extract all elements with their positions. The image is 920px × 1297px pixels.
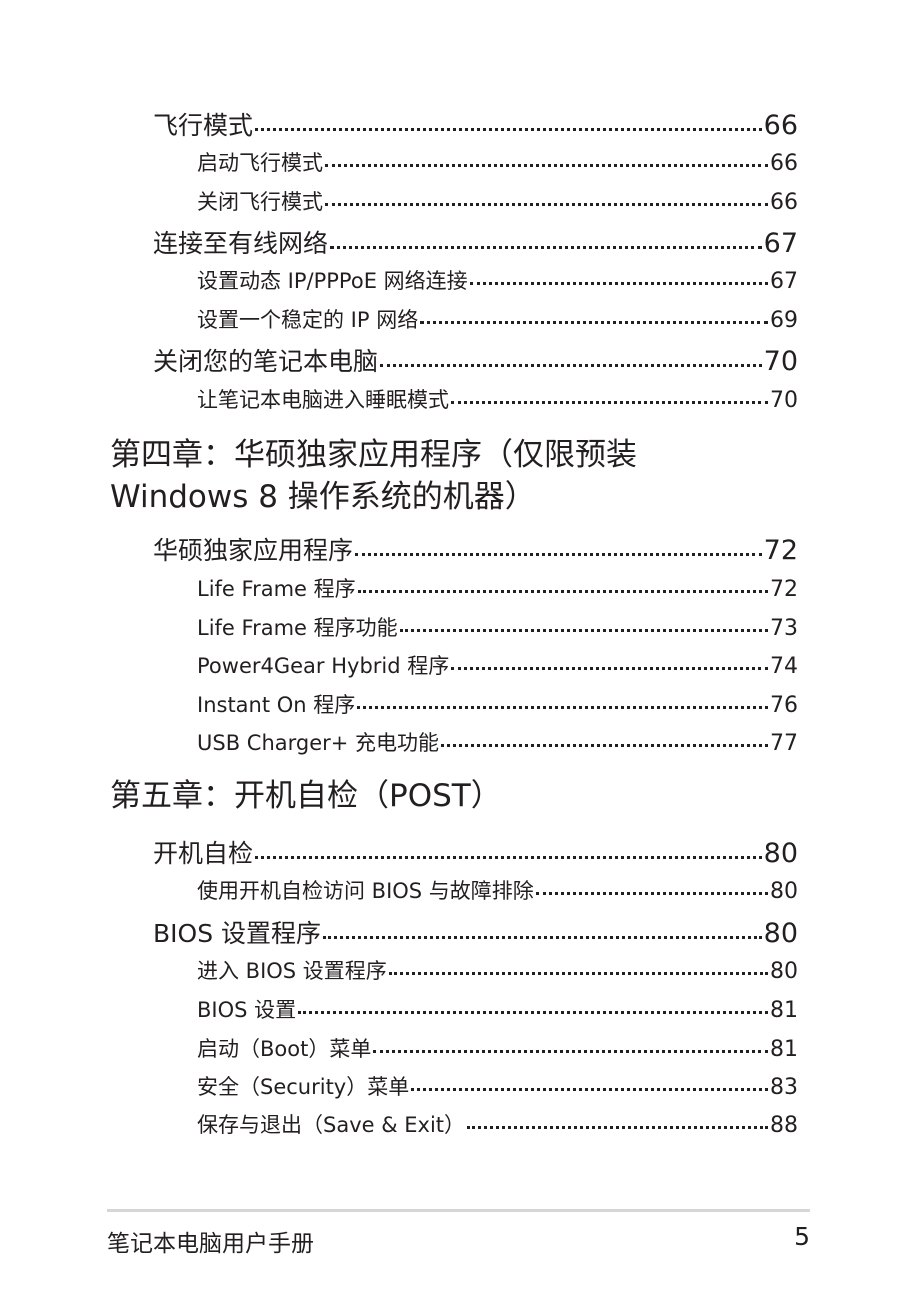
toc-entry-title: 保存与退出（Save & Exit） <box>197 1113 466 1137</box>
toc-entry[interactable]: 开机自检 80 <box>153 834 798 870</box>
toc-entry-page: 66 <box>770 151 798 176</box>
dot-leader <box>255 856 762 859</box>
dot-leader <box>323 936 762 939</box>
toc-entry-title: 启动飞行模式 <box>197 151 323 175</box>
toc-entry-title: USB Charger+ 充电功能 <box>197 731 440 755</box>
dot-leader <box>411 1088 768 1091</box>
chapter-4-heading[interactable]: 第四章：华硕独家应用程序（仅限预装 Windows 8 操作系统的机器） <box>110 434 637 518</box>
toc-entry[interactable]: Power4Gear Hybrid 程序 74 <box>197 650 798 680</box>
toc-entry-title: 设置动态 IP/PPPoE 网络连接 <box>197 269 468 293</box>
toc-entry-page: 80 <box>770 879 798 904</box>
toc-entry-title: BIOS 设置程序 <box>153 919 322 948</box>
toc-entry[interactable]: 让笔记本电脑进入睡眠模式 70 <box>197 384 798 414</box>
footer-manual-title: 笔记本电脑用户手册 <box>107 1231 314 1257</box>
toc-entry[interactable]: BIOS 设置程序 80 <box>153 914 798 950</box>
toc-entry[interactable]: Instant On 程序 76 <box>197 689 798 719</box>
toc-entry-page: 72 <box>763 535 798 566</box>
dot-leader <box>451 401 768 404</box>
toc-entry[interactable]: 华硕独家应用程序 72 <box>153 531 798 567</box>
dot-leader <box>535 892 768 895</box>
toc-entry-page: 69 <box>770 308 798 333</box>
toc-entry[interactable]: Life Frame 程序 72 <box>197 573 798 603</box>
toc-entry-title: Power4Gear Hybrid 程序 <box>197 654 450 678</box>
dot-leader <box>330 246 762 249</box>
dot-leader <box>255 128 762 131</box>
toc-entry-title: 连接至有线网络 <box>153 229 329 258</box>
dot-leader <box>373 1050 768 1053</box>
toc-entry-page: 73 <box>770 616 798 641</box>
toc-entry-page: 76 <box>770 693 798 718</box>
toc-entry-page: 83 <box>770 1075 798 1100</box>
toc-entry-page: 67 <box>770 269 798 294</box>
toc-entry-page: 80 <box>763 838 798 869</box>
chapter-4-title-line2: Windows 8 操作系统的机器） <box>110 479 536 515</box>
toc-entry-title: 关闭飞行模式 <box>197 190 323 214</box>
toc-entry-page: 88 <box>770 1113 798 1138</box>
toc-entry-title: 进入 BIOS 设置程序 <box>197 959 387 983</box>
toc-entry[interactable]: 设置一个稳定的 IP 网络 69 <box>197 304 798 334</box>
toc-entry-title: 关闭您的笔记本电脑 <box>153 347 379 376</box>
toc-entry[interactable]: 启动（Boot）菜单 81 <box>197 1033 798 1063</box>
toc-entry-title: 开机自检 <box>153 839 254 868</box>
chapter-4-title-line1: 第四章：华硕独家应用程序（仅限预装 <box>110 437 637 473</box>
toc-entry[interactable]: 保存与退出（Save & Exit） 88 <box>197 1109 798 1139</box>
toc-entry-title: 华硕独家应用程序 <box>153 536 354 565</box>
toc-entry[interactable]: 关闭飞行模式 66 <box>197 186 798 216</box>
dot-leader <box>451 667 768 670</box>
toc-entry-title: 安全（Security）菜单 <box>197 1075 410 1099</box>
dot-leader <box>388 972 768 975</box>
dot-leader <box>357 590 768 593</box>
toc-entry-title: Life Frame 程序功能 <box>197 616 398 640</box>
dot-leader <box>441 744 768 747</box>
footer-divider <box>107 1209 810 1212</box>
chapter-5-title: 第五章：开机自检（POST） <box>110 778 502 814</box>
toc-entry-title: BIOS 设置 <box>197 998 297 1022</box>
toc-entry-title: 使用开机自检访问 BIOS 与故障排除 <box>197 879 534 903</box>
toc-entry-title: 飞行模式 <box>153 111 254 140</box>
toc-entry-page: 80 <box>770 959 798 984</box>
footer-page-number: 5 <box>794 1222 810 1251</box>
toc-entry-page: 66 <box>770 190 798 215</box>
dot-leader <box>357 706 768 709</box>
dot-leader <box>325 203 768 206</box>
toc-entry-title: Instant On 程序 <box>197 693 356 717</box>
toc-entry-page: 74 <box>770 654 798 679</box>
chapter-5-heading[interactable]: 第五章：开机自检（POST） <box>110 775 502 817</box>
dot-leader <box>380 364 762 367</box>
dot-leader <box>355 553 762 556</box>
toc-entry-page: 81 <box>770 1037 798 1062</box>
toc-entry-page: 70 <box>770 388 798 413</box>
toc-entry[interactable]: 使用开机自检访问 BIOS 与故障排除 80 <box>197 875 798 905</box>
toc-entry[interactable]: 启动飞行模式 66 <box>197 147 798 177</box>
toc-entry[interactable]: 安全（Security）菜单 83 <box>197 1071 798 1101</box>
toc-entry-page: 67 <box>763 228 798 259</box>
toc-entry[interactable]: Life Frame 程序功能 73 <box>197 612 798 642</box>
toc-entry[interactable]: 关闭您的笔记本电脑 70 <box>153 342 798 378</box>
toc-entry-page: 80 <box>763 918 798 949</box>
toc-entry-title: 设置一个稳定的 IP 网络 <box>197 308 419 332</box>
toc-entry[interactable]: 飞行模式 66 <box>153 106 798 142</box>
toc-entry[interactable]: 设置动态 IP/PPPoE 网络连接 67 <box>197 265 798 295</box>
toc-entry[interactable]: BIOS 设置 81 <box>197 994 798 1024</box>
toc-entry-page: 72 <box>770 577 798 602</box>
dot-leader <box>469 282 768 285</box>
toc-entry[interactable]: 进入 BIOS 设置程序 80 <box>197 955 798 985</box>
dot-leader <box>420 321 768 324</box>
toc-entry[interactable]: 连接至有线网络 67 <box>153 224 798 260</box>
toc-entry-title: 让笔记本电脑进入睡眠模式 <box>197 388 449 412</box>
toc-entry[interactable]: USB Charger+ 充电功能 77 <box>197 727 798 757</box>
toc-entry-page: 70 <box>763 346 798 377</box>
dot-leader <box>467 1126 768 1129</box>
toc-entry-page: 81 <box>770 998 798 1023</box>
toc-entry-page: 66 <box>763 110 798 141</box>
dot-leader <box>399 629 768 632</box>
dot-leader <box>298 1011 768 1014</box>
toc-entry-title: Life Frame 程序 <box>197 577 356 601</box>
toc-entry-page: 77 <box>770 731 798 756</box>
toc-entry-title: 启动（Boot）菜单 <box>197 1037 372 1061</box>
dot-leader <box>325 164 768 167</box>
